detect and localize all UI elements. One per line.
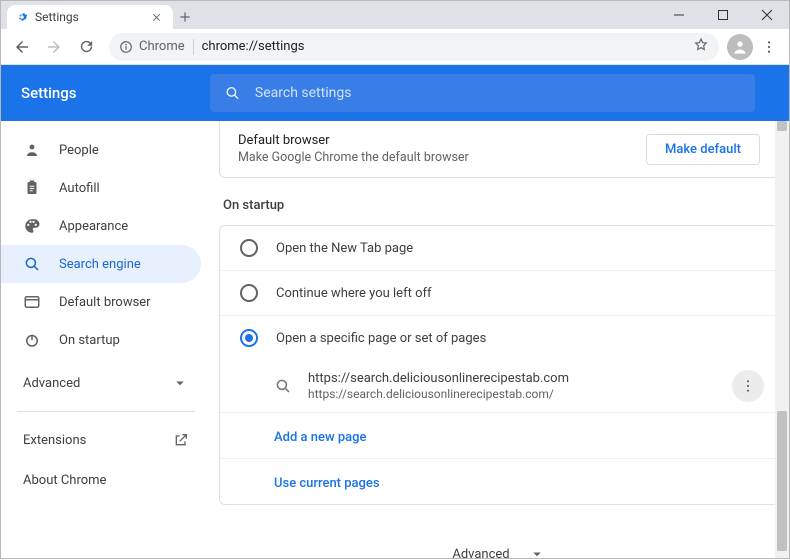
settings-header: Settings — [1, 65, 789, 121]
external-link-icon — [173, 432, 189, 448]
browser-icon — [23, 293, 41, 311]
use-current-pages-link[interactable]: Use current pages — [274, 476, 380, 491]
radio-icon — [240, 284, 258, 302]
forward-button[interactable] — [39, 32, 69, 62]
power-icon — [23, 331, 41, 349]
default-browser-title: Default browser — [238, 133, 634, 148]
default-browser-card: Default browser Make Google Chrome the d… — [219, 121, 779, 178]
make-default-button[interactable]: Make default — [646, 134, 760, 165]
sidebar-item-default-browser[interactable]: Default browser — [1, 283, 201, 321]
scroll-arrow-up[interactable] — [777, 121, 787, 131]
radio-icon — [240, 329, 258, 347]
sidebar-item-autofill[interactable]: Autofill — [1, 169, 201, 207]
extensions-label: Extensions — [23, 433, 86, 448]
use-current-pages-row: Use current pages — [220, 458, 778, 504]
security-chip: Chrome — [119, 39, 185, 54]
kebab-menu-button[interactable] — [755, 39, 783, 55]
close-tab-icon[interactable] — [151, 11, 163, 23]
sidebar-item-search-engine[interactable]: Search engine — [1, 245, 201, 283]
settings-sidebar: People Autofill Appearance Search engine… — [1, 121, 211, 558]
settings-main: Default browser Make Google Chrome the d… — [211, 121, 789, 558]
about-label: About Chrome — [23, 473, 106, 488]
person-icon — [23, 141, 41, 159]
radio-label: Continue where you left off — [276, 286, 432, 301]
sidebar-advanced-toggle[interactable]: Advanced — [1, 363, 211, 403]
page-title: Settings — [21, 84, 196, 102]
sidebar-item-people[interactable]: People — [1, 131, 201, 169]
palette-icon — [23, 217, 41, 235]
sidebar-item-label: Appearance — [59, 219, 128, 234]
add-new-page-row: Add a new page — [220, 412, 778, 458]
advanced-footer-label: Advanced — [452, 547, 509, 559]
back-button[interactable] — [7, 32, 37, 62]
browser-tab[interactable]: Settings — [7, 5, 173, 29]
bookmark-star-icon[interactable] — [693, 37, 709, 57]
kebab-icon — [740, 378, 756, 394]
sidebar-item-label: Search engine — [59, 257, 141, 272]
startup-option-continue[interactable]: Continue where you left off — [220, 271, 778, 316]
window-minimize-button[interactable] — [657, 1, 701, 29]
window-close-button[interactable] — [745, 1, 789, 29]
radio-icon — [240, 239, 258, 257]
search-icon — [274, 377, 292, 395]
on-startup-section-title: On startup — [223, 198, 779, 213]
sidebar-item-on-startup[interactable]: On startup — [1, 321, 201, 359]
sidebar-item-label: Autofill — [59, 181, 100, 196]
sidebar-item-appearance[interactable]: Appearance — [1, 207, 201, 245]
clipboard-icon — [23, 179, 41, 197]
advanced-label: Advanced — [23, 376, 80, 391]
on-startup-card: Open the New Tab page Continue where you… — [219, 225, 779, 505]
vertical-scrollbar[interactable] — [775, 121, 789, 558]
chevron-down-icon — [171, 374, 189, 392]
add-new-page-link[interactable]: Add a new page — [274, 430, 366, 445]
search-icon — [23, 255, 41, 273]
sidebar-about-chrome[interactable]: About Chrome — [1, 460, 211, 500]
chevron-down-icon — [528, 545, 546, 558]
gear-icon — [15, 10, 29, 24]
omnibox-chip-text: Chrome — [139, 39, 185, 54]
window-maximize-button[interactable] — [701, 1, 745, 29]
page-entry-more-button[interactable] — [732, 370, 764, 402]
search-icon — [224, 84, 241, 102]
address-bar[interactable]: Chrome chrome://settings — [109, 33, 719, 61]
startup-page-title: https://search.deliciousonlinerecipestab… — [308, 371, 716, 386]
browser-titlebar: Settings — [1, 1, 789, 29]
radio-label: Open a specific page or set of pages — [276, 331, 486, 346]
advanced-footer-toggle[interactable]: Advanced — [219, 525, 779, 558]
startup-option-newtab[interactable]: Open the New Tab page — [220, 226, 778, 271]
new-tab-button[interactable] — [173, 5, 197, 29]
scroll-thumb[interactable] — [777, 411, 787, 551]
search-input[interactable] — [255, 85, 741, 101]
reload-button[interactable] — [71, 32, 101, 62]
sidebar-divider — [17, 411, 195, 412]
browser-toolbar: Chrome chrome://settings — [1, 29, 789, 65]
settings-search[interactable] — [210, 74, 755, 112]
sidebar-item-label: Default browser — [59, 295, 151, 310]
tab-title: Settings — [35, 10, 79, 24]
profile-avatar[interactable] — [727, 34, 753, 60]
omnibox-url: chrome://settings — [202, 39, 305, 54]
sidebar-item-label: People — [59, 143, 99, 158]
radio-label: Open the New Tab page — [276, 241, 413, 256]
sidebar-item-label: On startup — [59, 333, 120, 348]
startup-option-specific[interactable]: Open a specific page or set of pages — [220, 316, 778, 360]
startup-page-entry: https://search.deliciousonlinerecipestab… — [220, 360, 778, 412]
sidebar-extensions[interactable]: Extensions — [1, 420, 211, 460]
default-browser-sub: Make Google Chrome the default browser — [238, 150, 634, 165]
startup-page-url: https://search.deliciousonlinerecipestab… — [308, 387, 716, 401]
